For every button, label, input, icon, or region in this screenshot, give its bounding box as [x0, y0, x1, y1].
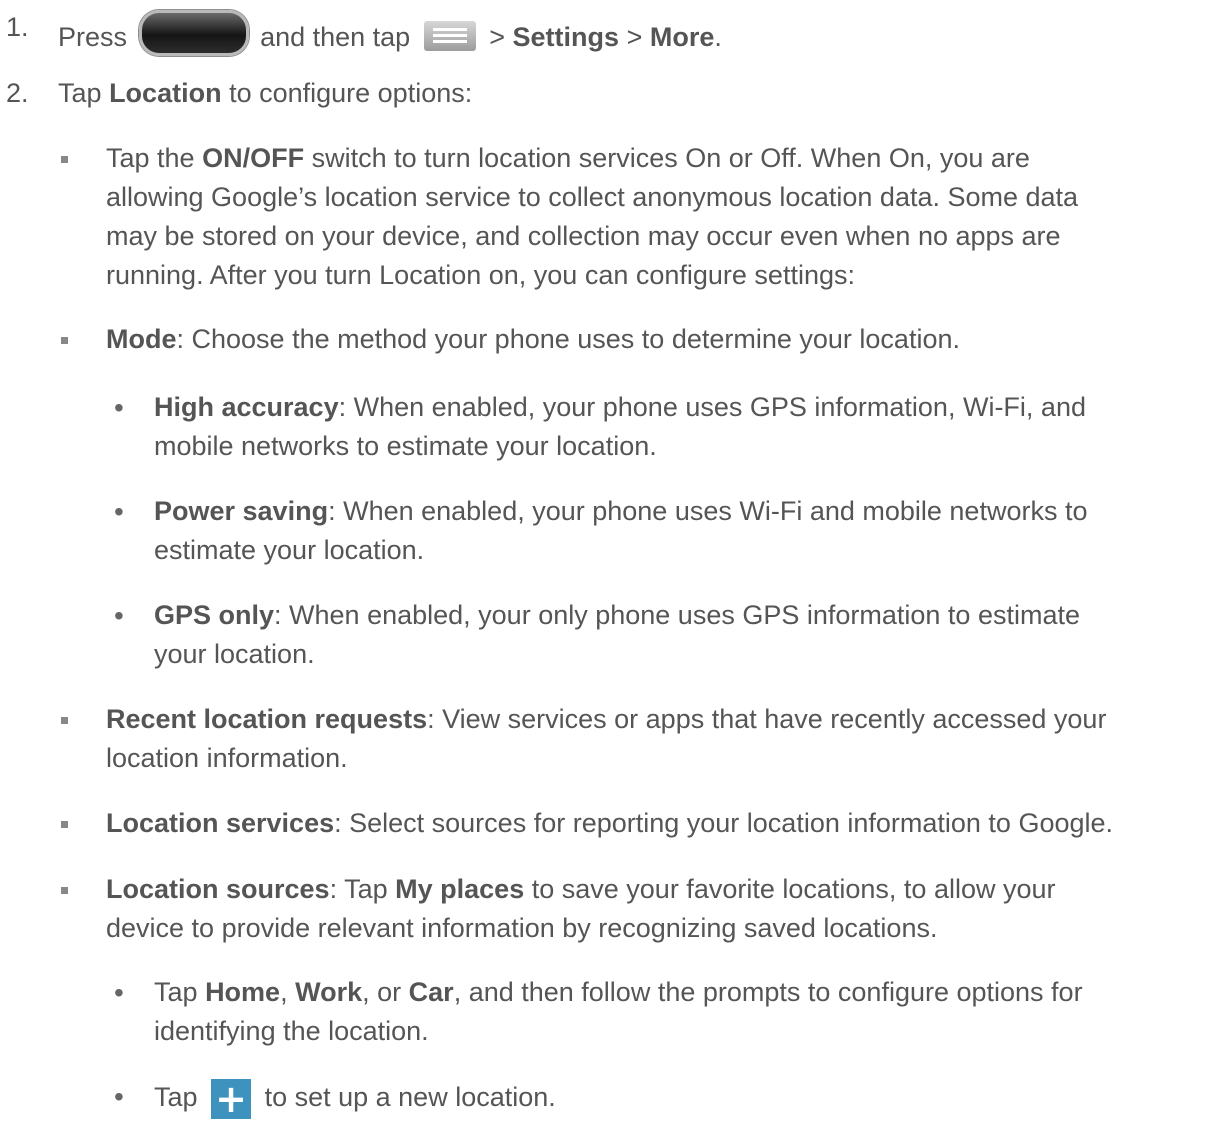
separator: >	[626, 22, 643, 52]
high-accuracy-line-1: High accuracy: When enabled, your phone …	[154, 392, 1086, 422]
mode-label: Mode	[106, 324, 177, 354]
step-number: 2.	[6, 78, 29, 108]
home-work-car-line-2: identifying the location.	[154, 1016, 429, 1046]
step-number: 1.	[6, 12, 29, 42]
home-label: Home	[205, 977, 281, 1007]
round-bullet-icon: •	[114, 392, 124, 423]
gps-only-line-2: your location.	[154, 639, 315, 669]
recent-requests-line-2: location information.	[106, 743, 348, 773]
onoff-line-2: allowing Google’s location service to co…	[106, 182, 1079, 212]
round-bullet-icon: •	[114, 977, 124, 1008]
onoff-label: ON/OFF	[202, 143, 305, 173]
settings-label: Settings	[512, 22, 620, 52]
location-services-label: Location services	[106, 808, 335, 838]
location-sources-line-1: Location sources: Tap My places to save …	[106, 874, 1056, 904]
power-saving-line-1: Power saving: When enabled, your phone u…	[154, 496, 1088, 526]
location-label: Location	[109, 78, 222, 108]
step-2-text: Tap Location to configure options:	[58, 78, 473, 108]
mode-item: Mode: Choose the method your phone uses …	[106, 324, 960, 354]
location-services-item: Location services: Select sources for re…	[106, 808, 1114, 838]
high-accuracy-label: High accuracy	[154, 392, 339, 422]
onoff-line-4: running. After you turn Location on, you…	[106, 260, 855, 290]
more-label: More	[649, 22, 715, 52]
car-label: Car	[408, 977, 454, 1007]
document-page: 1. Press and then tap > Settings > More.…	[0, 0, 1207, 1132]
home-button-icon	[138, 10, 249, 56]
onoff-line-3: may be stored on your device, and collec…	[106, 221, 1061, 251]
work-label: Work	[295, 977, 363, 1007]
square-bullet-icon	[61, 821, 68, 828]
square-bullet-icon	[61, 337, 68, 344]
gps-only-label: GPS only	[154, 600, 275, 630]
step-1-text: Press and then tap > Settings > More.	[58, 10, 722, 56]
separator: >	[489, 22, 506, 52]
location-sources-label: Location sources	[106, 874, 330, 904]
home-work-car-line-1: Tap Home, Work, or Car, and then follow …	[154, 977, 1083, 1007]
power-saving-line-2: estimate your location.	[154, 535, 425, 565]
and-then-tap-text: and then tap	[260, 22, 411, 52]
round-bullet-icon: •	[114, 496, 124, 527]
recent-requests-line-1: Recent location requests: View services …	[106, 704, 1107, 734]
location-sources-line-2: device to provide relevant information b…	[106, 913, 938, 943]
round-bullet-icon: •	[114, 1081, 124, 1112]
plus-icon: +	[211, 1079, 252, 1119]
recent-requests-label: Recent location requests	[106, 704, 428, 734]
high-accuracy-line-2: mobile networks to estimate your locatio…	[154, 431, 657, 461]
square-bullet-icon	[61, 717, 68, 724]
power-saving-label: Power saving	[154, 496, 329, 526]
add-location-line: Tap + to set up a new location.	[154, 1077, 556, 1121]
press-text: Press	[58, 22, 128, 52]
menu-key-icon	[423, 21, 476, 51]
square-bullet-icon	[61, 887, 68, 894]
onoff-line-1: Tap the ON/OFF switch to turn location s…	[106, 143, 1030, 173]
my-places-label: My places	[395, 874, 525, 904]
gps-only-line-1: GPS only: When enabled, your only phone …	[154, 600, 1080, 630]
square-bullet-icon	[61, 156, 68, 163]
round-bullet-icon: •	[114, 600, 124, 631]
